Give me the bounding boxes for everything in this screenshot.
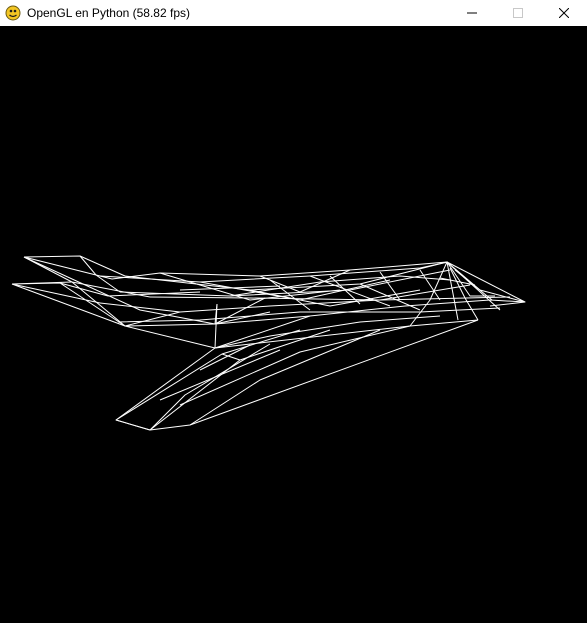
maximize-button[interactable] xyxy=(495,0,541,26)
close-button[interactable] xyxy=(541,0,587,26)
opengl-viewport[interactable] xyxy=(0,26,587,623)
pygame-snake-icon xyxy=(5,5,21,21)
window-controls xyxy=(449,0,587,26)
maximize-icon xyxy=(513,8,523,18)
title-bar[interactable]: OpenGL en Python (58.82 fps) xyxy=(0,0,587,26)
window-title: OpenGL en Python (58.82 fps) xyxy=(27,6,190,20)
aircraft-wireframe xyxy=(11,255,526,431)
minimize-icon xyxy=(467,12,477,14)
app-window: OpenGL en Python (58.82 fps) xyxy=(0,0,587,623)
minimize-button[interactable] xyxy=(449,0,495,26)
close-icon xyxy=(559,8,569,18)
